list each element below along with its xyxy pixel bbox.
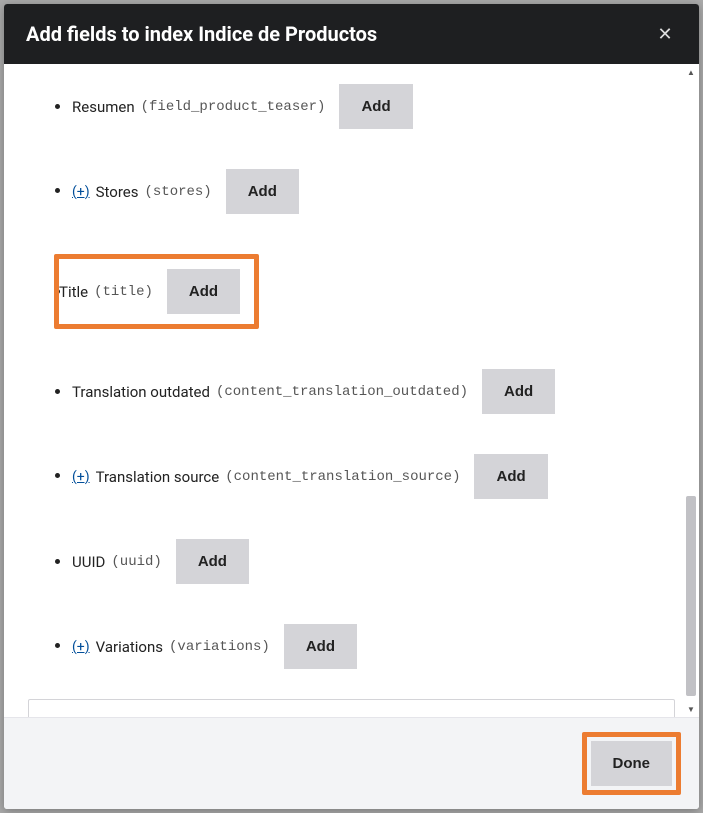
field-row: (+) Translation source (content_translat… — [72, 454, 548, 499]
field-item: (+) Translation source (content_translat… — [72, 434, 679, 519]
scroll-down-icon[interactable]: ▼ — [685, 703, 697, 715]
field-item: Translation outdated (content_translatio… — [72, 349, 679, 434]
scroll-thumb[interactable] — [686, 496, 696, 696]
field-row: UUID (uuid) Add — [72, 539, 249, 584]
field-row-wrap: Resumen (field_product_teaser)Add — [72, 97, 413, 116]
field-label: UUID — [72, 553, 105, 571]
close-button[interactable]: ✕ — [653, 22, 677, 46]
field-row: Title (title) Add — [59, 269, 240, 314]
expand-link[interactable]: (+) — [72, 639, 90, 655]
machine-name: (variations) — [169, 639, 270, 655]
scroll-up-icon[interactable]: ▲ — [685, 66, 697, 78]
skipped-fields-label: Skipped fields — [67, 716, 163, 717]
add-fields-modal: Add fields to index Indice de Productos … — [4, 4, 699, 809]
field-row: (+) Variations (variations) Add — [72, 624, 357, 669]
add-button[interactable]: Add — [339, 84, 412, 129]
close-icon: ✕ — [657, 24, 672, 44]
machine-name: (stores) — [144, 184, 211, 200]
field-row: Resumen (field_product_teaser) Add — [72, 84, 413, 129]
modal-body: Resumen (field_product_teaser) Add (+) Sto… — [4, 64, 699, 717]
field-item: UUID (uuid) Add — [72, 519, 679, 604]
modal-header: Add fields to index Indice de Productos … — [4, 4, 699, 64]
field-label: Resumen — [72, 98, 135, 116]
add-button[interactable]: Add — [482, 369, 555, 414]
machine-name: (content_translation_outdated) — [216, 384, 468, 400]
field-label: Translation source — [96, 468, 220, 486]
done-highlight: Done — [582, 732, 682, 795]
field-list: Resumen (field_product_teaser) Add (+) Sto… — [24, 64, 679, 689]
field-row: (+) Stores (stores) Add — [72, 169, 299, 214]
done-button[interactable]: Done — [591, 741, 673, 786]
machine-name: (title) — [94, 284, 153, 300]
field-label: Variations — [96, 638, 163, 656]
add-button[interactable]: Add — [176, 539, 249, 584]
field-label: Stores — [96, 183, 139, 201]
add-button[interactable]: Add — [474, 454, 547, 499]
modal-footer: Done — [4, 717, 699, 809]
add-button[interactable]: Add — [167, 269, 240, 314]
field-label: Translation outdated — [72, 383, 210, 401]
expand-link[interactable]: (+) — [72, 469, 90, 485]
machine-name: (content_translation_source) — [225, 469, 460, 485]
field-row-wrap: Translation outdated (content_translatio… — [72, 382, 555, 401]
field-row-wrap: (+) Variations (variations)Add — [72, 636, 357, 655]
field-row-wrap: (+) Translation source (content_translat… — [72, 466, 548, 485]
scrollbar[interactable]: ▲ ▼ — [685, 66, 697, 715]
machine-name: (uuid) — [111, 554, 161, 570]
chevron-down-icon — [45, 716, 59, 717]
add-button[interactable]: Add — [226, 169, 299, 214]
field-highlight: Title (title) Add — [54, 254, 259, 329]
field-row-wrap: UUID (uuid)Add — [72, 552, 249, 571]
add-button[interactable]: Add — [284, 624, 357, 669]
skipped-fields-toggle[interactable]: Skipped fields — [28, 699, 675, 717]
field-item: (+) Stores (stores) Add — [72, 149, 679, 234]
field-item: Resumen (field_product_teaser) Add — [72, 64, 679, 149]
expand-link[interactable]: (+) — [72, 184, 90, 200]
machine-name: (field_product_teaser) — [141, 99, 326, 115]
field-label: Title — [59, 283, 88, 301]
field-row: Translation outdated (content_translatio… — [72, 369, 555, 414]
field-item: (+) Variations (variations) Add — [72, 604, 679, 689]
field-item: Title (title)Add — [72, 234, 679, 349]
field-row-wrap: (+) Stores (stores)Add — [72, 181, 299, 200]
modal-title: Add fields to index Indice de Productos — [26, 22, 377, 46]
